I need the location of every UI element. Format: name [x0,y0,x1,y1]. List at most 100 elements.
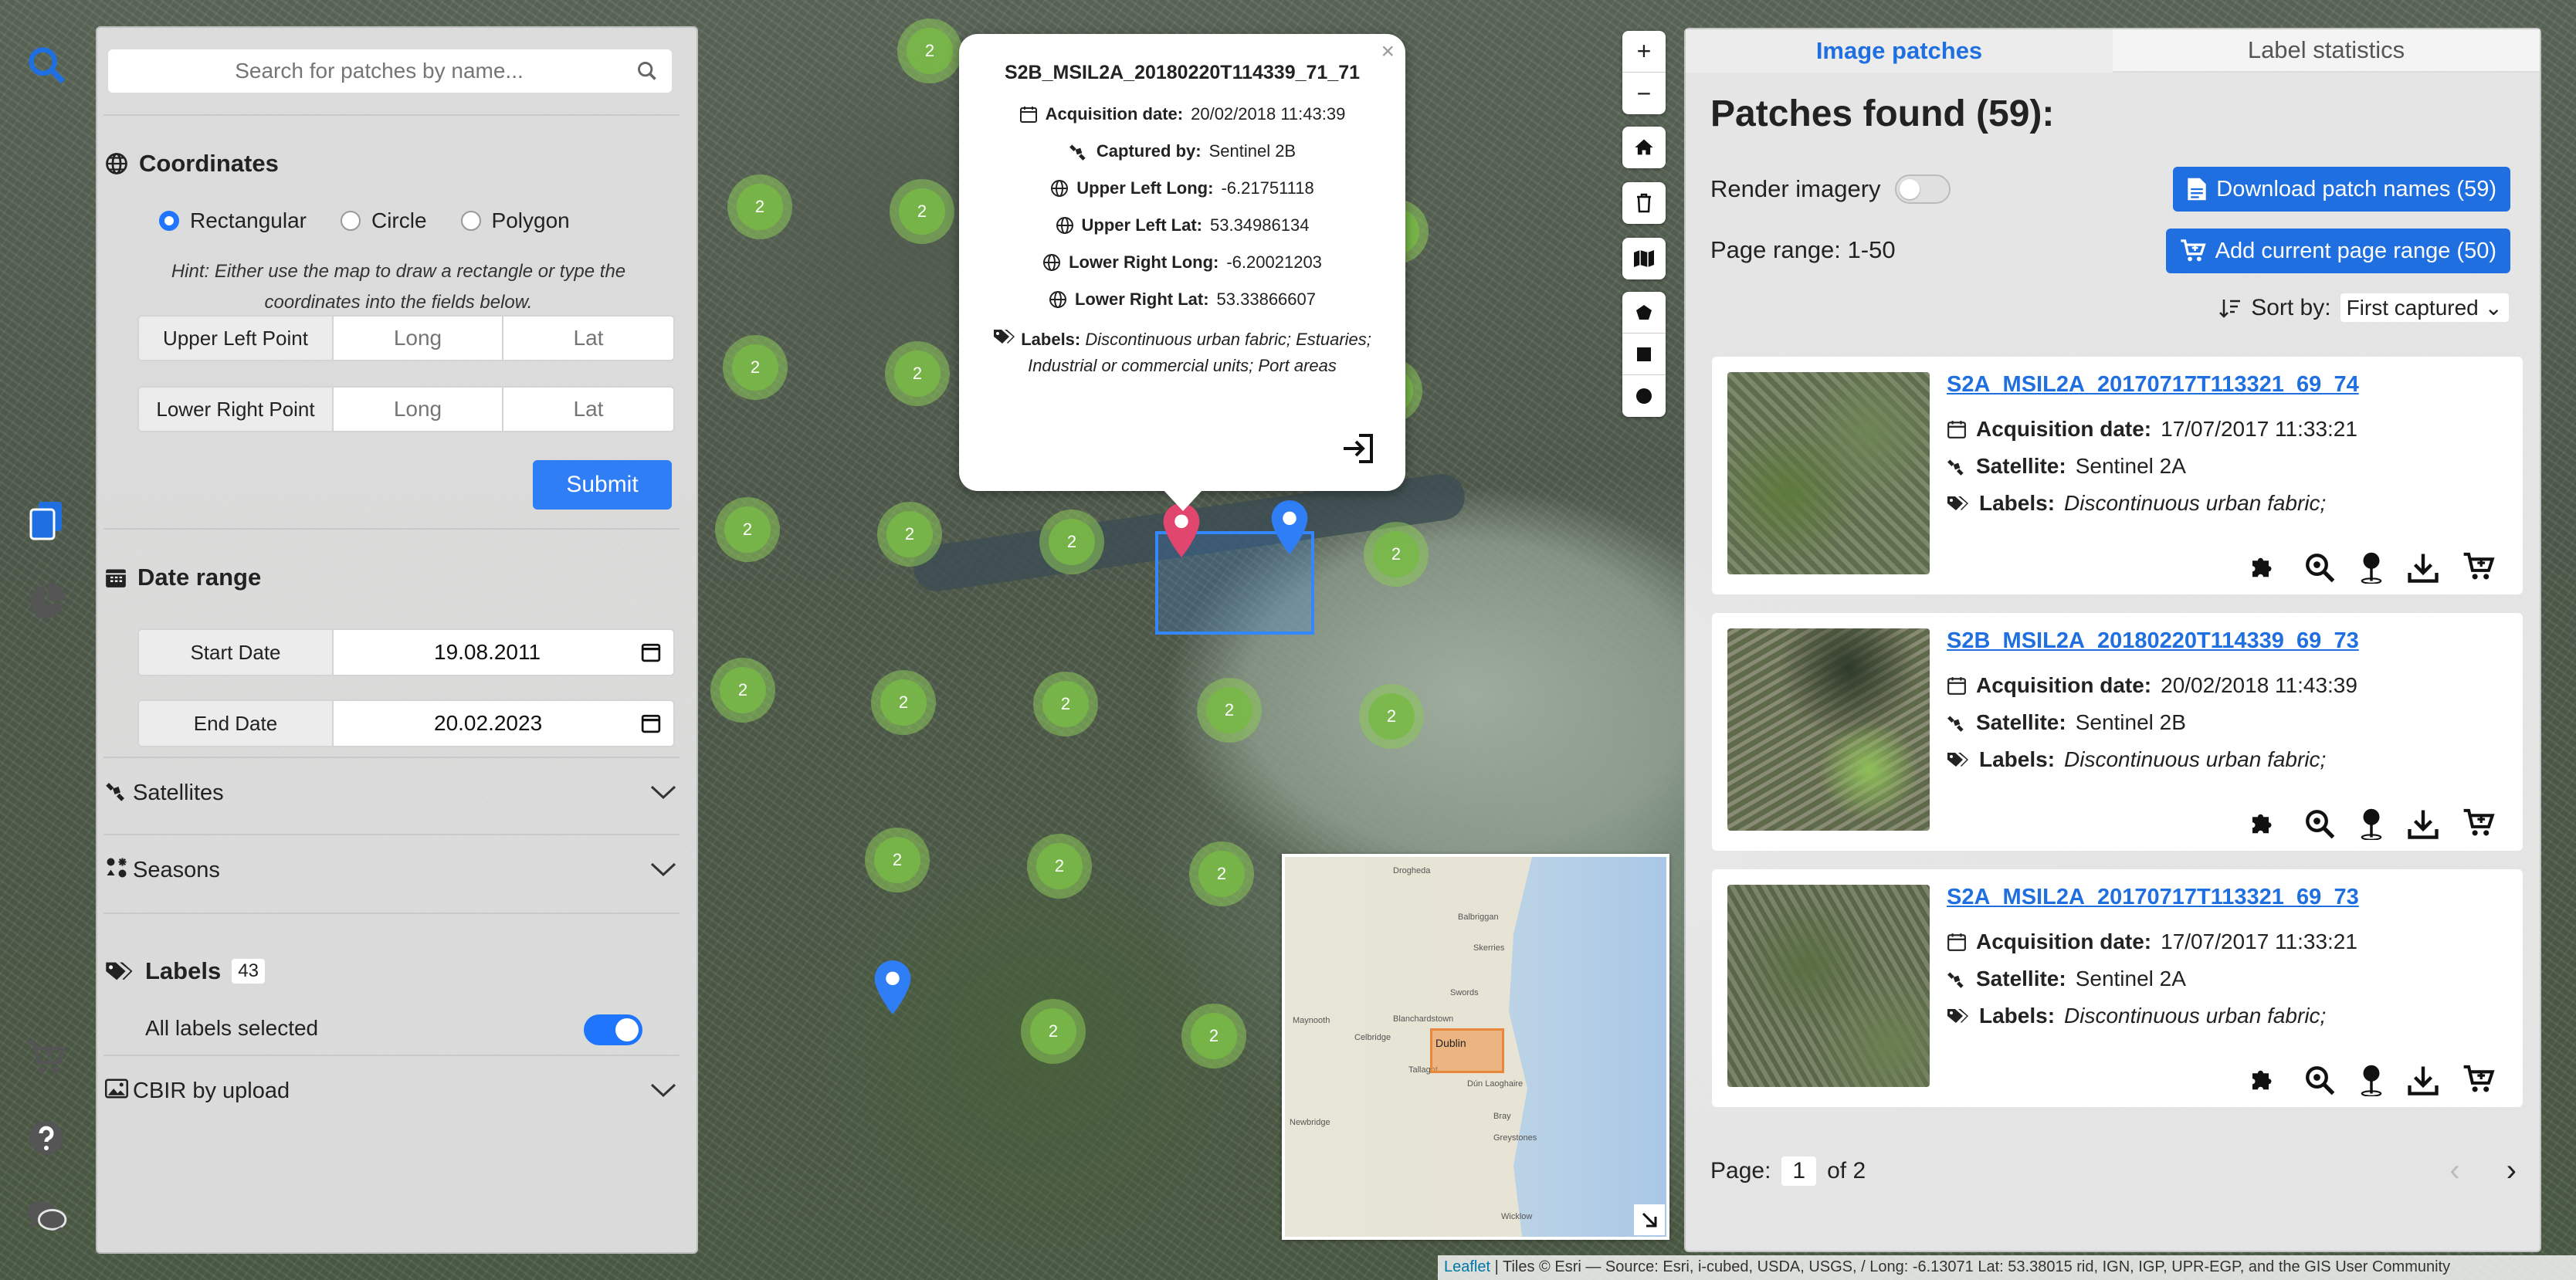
tab-image-patches[interactable]: Image patches [1686,29,2113,73]
seasons-icon [105,856,133,885]
patch-acquisition: Acquisition date: 17/07/2017 11:33:21 [1947,417,2357,442]
globe-icon [106,153,127,174]
render-imagery-toggle[interactable] [1894,174,1951,204]
map-cluster[interactable]: 2 [1197,678,1262,743]
map-cluster[interactable]: 2 [710,658,775,723]
marker-blue-icon[interactable] [1271,500,1308,554]
map-cluster[interactable]: 2 [1039,510,1104,574]
cart-plus-icon[interactable] [2462,551,2495,582]
map-cluster[interactable]: 2 [1021,999,1086,1064]
zoom-icon[interactable] [2303,808,2336,840]
map-cluster[interactable]: 2 [885,341,950,406]
zoom-icon[interactable] [2303,551,2336,584]
zoom-out-button[interactable]: − [1622,73,1666,114]
clear-drawings-button[interactable] [1622,182,1666,224]
draw-circle-button[interactable] [1622,375,1666,417]
download-icon[interactable] [2407,1064,2439,1096]
patch-thumbnail[interactable] [1727,628,1930,831]
sidebar-search-button[interactable] [23,42,69,88]
map-cluster[interactable]: 2 [723,335,788,400]
sidebar-statistics-button[interactable] [23,579,69,625]
zoom-icon[interactable] [2303,1064,2336,1096]
render-imagery-row: Render imagery [1710,174,1951,204]
zoom-in-button[interactable]: + [1622,31,1666,73]
download-icon[interactable] [2407,551,2439,584]
basemap-button[interactable] [1622,238,1666,279]
calendar-icon[interactable] [641,713,661,733]
map-pin-icon[interactable] [2359,808,2384,840]
map-cluster[interactable]: 2 [727,174,792,239]
radio-circle[interactable]: Circle [340,208,427,233]
sidebar-cart-button[interactable] [23,1034,69,1081]
end-date-input[interactable]: 20.02.2023 [334,701,673,746]
leaflet-link[interactable]: Leaflet [1444,1258,1490,1275]
satellites-section-toggle[interactable]: Satellites [105,774,676,812]
download-icon[interactable] [2407,808,2439,840]
download-patch-names-button[interactable]: Download patch names (59) [2173,167,2510,212]
patch-name-link[interactable]: S2B_MSIL2A_20180220T114339_69_73 [1947,628,2359,654]
patch-name-link[interactable]: S2A_MSIL2A_20170717T113321_69_74 [1947,372,2359,398]
map-pin-icon[interactable] [2359,1064,2384,1096]
map-pin-icon[interactable] [2359,551,2384,584]
radio-dot [460,211,481,231]
map-cluster[interactable]: 2 [890,179,954,244]
upper-left-lat-input[interactable] [503,317,673,360]
radio-polygon[interactable]: Polygon [460,208,570,233]
map-cluster[interactable]: 2 [877,502,942,567]
puzzle-icon[interactable] [2246,551,2280,584]
patch-acquisition: Acquisition date: 20/02/2018 11:43:39 [1947,673,2357,698]
open-patch-button[interactable] [1341,432,1376,472]
tab-label-statistics[interactable]: Label statistics [2113,29,2540,73]
minimap-place: Newbridge [1290,1118,1330,1127]
map-cluster[interactable]: 2 [1033,672,1098,737]
patch-name-link[interactable]: S2A_MSIL2A_20170717T113321_69_73 [1947,885,2359,910]
page-number-input[interactable]: 1 [1781,1156,1817,1186]
draw-rectangle-button[interactable] [1622,334,1666,375]
map-cluster[interactable]: 2 [1364,522,1429,587]
map-cluster[interactable]: 2 [897,19,962,83]
radio-rectangular[interactable]: Rectangular [159,208,307,233]
draw-polygon-button[interactable] [1622,292,1666,334]
chevron-left-icon[interactable]: ‹ [2449,1153,2459,1188]
popup-close-button[interactable]: × [1381,39,1395,65]
upper-left-long-input[interactable] [334,317,503,360]
attribution-text: | Tiles © Esri — Source: Esri, i-cubed, … [1494,1258,2451,1275]
minimap-toggle-button[interactable] [1634,1204,1665,1235]
sort-select[interactable]: First captured ⌄ [2340,293,2509,322]
cbir-section-toggle[interactable]: CBIR by upload [105,1072,676,1110]
sidebar-help-button[interactable] [23,1115,69,1161]
seasons-section-toggle[interactable]: Seasons [105,851,676,889]
map-cluster[interactable]: 2 [1189,841,1254,906]
map-cluster[interactable]: 2 [1359,684,1424,749]
map-cluster[interactable]: 2 [715,497,780,562]
minimap[interactable]: Drogheda Balbriggan Skerries Swords Blan… [1282,854,1669,1240]
marker-red-icon[interactable] [1163,503,1200,557]
start-date-input[interactable]: 19.08.2011 [334,630,673,675]
marker-blue-icon[interactable] [874,960,911,1014]
map-cluster[interactable]: 2 [871,670,936,735]
calendar-icon[interactable] [641,642,661,662]
patch-thumbnail[interactable] [1727,372,1930,574]
cart-plus-icon[interactable] [2462,1064,2495,1095]
lower-right-long-input[interactable] [334,388,503,431]
pagination-arrows: ‹ › [2449,1153,2517,1188]
lower-right-lat-input[interactable] [503,388,673,431]
map-cluster[interactable]: 2 [1027,834,1092,899]
minimap-viewport[interactable]: Dublin [1430,1028,1504,1073]
patch-thumbnail[interactable] [1727,885,1930,1087]
sidebar-patches-button[interactable] [23,497,69,543]
map-cluster[interactable]: 2 [865,828,930,892]
map-cluster[interactable]: 2 [1181,1004,1246,1068]
add-page-range-button[interactable]: Add current page range (50) [2165,229,2510,273]
chevron-right-icon[interactable]: › [2507,1153,2517,1188]
home-button[interactable] [1622,127,1666,168]
globe-icon [1051,180,1069,197]
all-labels-toggle[interactable] [584,1014,642,1045]
puzzle-icon[interactable] [2246,808,2280,840]
patch-search-input[interactable] [122,59,636,83]
map-attribution: Leaflet | Tiles © Esri — Source: Esri, i… [1438,1255,2576,1280]
puzzle-icon[interactable] [2246,1064,2280,1096]
sidebar-feedback-button[interactable] [23,1194,69,1240]
cart-plus-icon[interactable] [2462,808,2495,838]
submit-coordinates-button[interactable]: Submit [533,460,672,510]
